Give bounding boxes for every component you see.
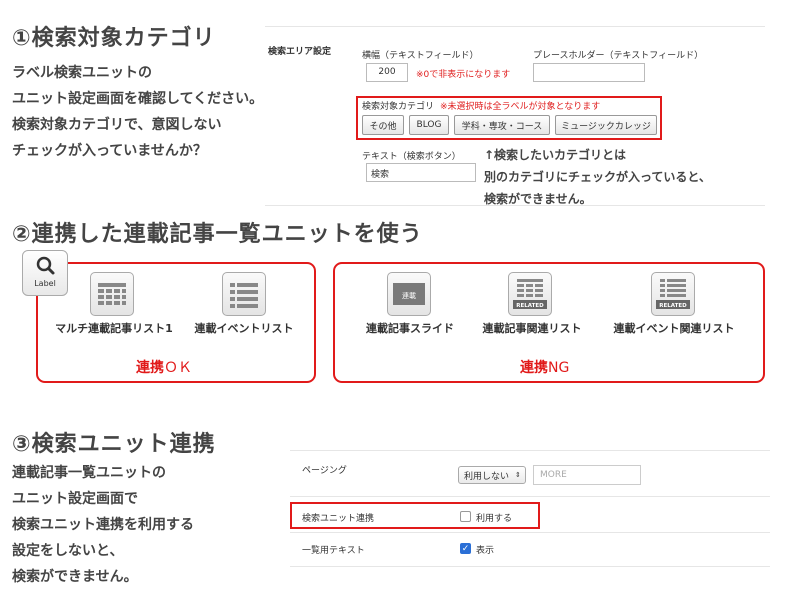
- width-field[interactable]: 200: [366, 63, 408, 82]
- section1-heading: ①検索対象カテゴリ: [12, 26, 216, 51]
- search-link-label: 検索ユニット連携: [302, 514, 375, 524]
- svg-text:RELATED: RELATED: [659, 303, 687, 309]
- category-button[interactable]: その他: [362, 115, 404, 135]
- paging-more-field[interactable]: MORE: [533, 465, 641, 485]
- search-icon: [36, 256, 55, 275]
- search-link-option: 利用する: [476, 514, 513, 524]
- placeholder-label: プレースホルダー（テキストフィールド）: [533, 51, 704, 61]
- related-grid-icon: RELATED: [508, 272, 552, 316]
- svg-text:RELATED: RELATED: [516, 303, 544, 309]
- related-list-icon: RELATED: [651, 272, 695, 316]
- unit-label-event-related-list: 連載イベント関連リスト: [613, 322, 735, 335]
- ng-result: 連携NG: [520, 360, 570, 376]
- bullet-list-icon: [222, 272, 266, 316]
- category-note: ※未選択時は全ラベルが対象となります: [440, 102, 601, 112]
- category-label: 検索対象カテゴリ: [362, 102, 435, 112]
- paging-select[interactable]: 利用しない ⇕: [458, 466, 526, 484]
- grid-list-icon: [90, 272, 134, 316]
- unit-label-slide: 連載記事スライド: [366, 322, 454, 335]
- search-link-checkbox[interactable]: [460, 511, 471, 522]
- slide-icon: 連載: [387, 272, 431, 316]
- width-note: ※0で非表示になります: [416, 70, 511, 80]
- list-text-label: 一覧用テキスト: [302, 546, 365, 556]
- unit-label-related-list: 連載記事関連リスト: [482, 322, 582, 335]
- width-label: 横幅（テキストフィールド）: [362, 51, 479, 61]
- section2-heading: ②連携した連載記事一覧ユニットを使う: [12, 222, 423, 247]
- category-button[interactable]: 学科・専攻・コース: [454, 115, 550, 135]
- search-button-text-field[interactable]: 検索: [366, 163, 476, 182]
- paging-label: ページング: [302, 466, 347, 476]
- category-button[interactable]: ミュージックカレッジ: [555, 115, 657, 135]
- search-tile-label: Label: [34, 279, 56, 288]
- section3-heading: ③検索ユニット連携: [12, 432, 216, 457]
- select-arrows-icon: ⇕: [515, 471, 521, 479]
- unit-label-event-list: 連載イベントリスト: [194, 322, 294, 335]
- label-search-unit-tile: Label: [22, 250, 68, 296]
- list-text-option: 表示: [476, 546, 495, 556]
- section3-description: 連載記事一覧ユニットの ユニット設定画面で 検索ユニット連携を利用する 設定をし…: [12, 465, 194, 585]
- list-text-checkbox[interactable]: ✓: [460, 543, 471, 554]
- svg-text:連載: 連載: [402, 291, 416, 300]
- placeholder-field[interactable]: [533, 63, 645, 82]
- section1-description: ラベル検索ユニットの ユニット設定画面を確認してください。 検索対象カテゴリで、…: [12, 65, 264, 159]
- category-button[interactable]: BLOG: [409, 115, 449, 135]
- search-area-label: 検索エリア設定: [268, 47, 332, 57]
- ok-result: 連携ＯＫ: [136, 360, 192, 376]
- check-icon: ✓: [461, 544, 470, 554]
- unit-label-multi-list: マルチ連載記事リスト1: [55, 322, 173, 335]
- category-warning-note: ↑検索したいカテゴリとは 別のカテゴリにチェックが入っていると、 検索ができませ…: [484, 148, 711, 206]
- text-label: テキスト（検索ボタン）: [362, 152, 461, 162]
